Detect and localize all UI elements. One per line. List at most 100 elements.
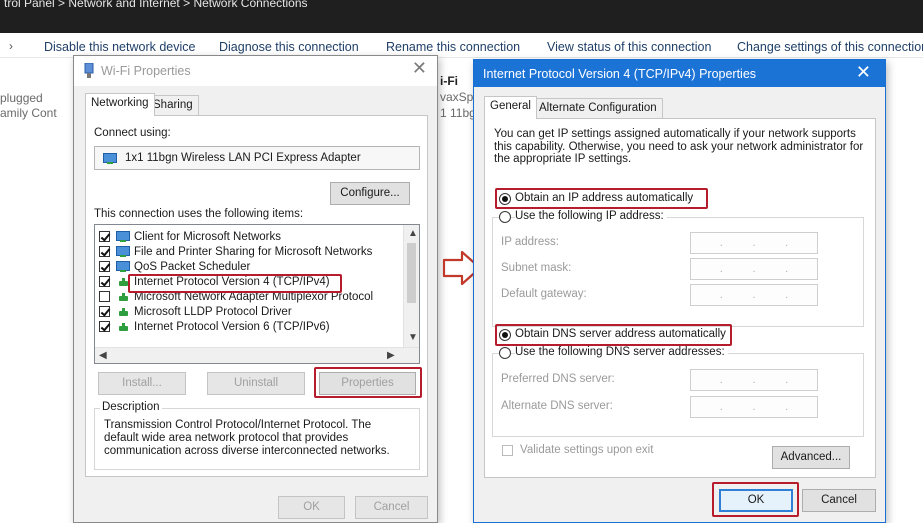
checkbox[interactable] [99,261,110,272]
adapter-field: 1x1 11bgn Wireless LAN PCI Express Adapt… [94,146,420,170]
obtain-ip-auto-radio[interactable] [499,193,511,205]
validate-checkbox[interactable] [502,445,513,456]
ipv4-dialog-title: Internet Protocol Version 4 (TCP/IPv4) P… [483,67,757,81]
ok-button[interactable]: OK [278,496,345,519]
list-item[interactable]: Microsoft LLDP Protocol Driver [99,304,292,319]
checkbox[interactable] [99,231,110,242]
change-settings-command[interactable]: Change settings of this connection [737,40,923,54]
view-status-command[interactable]: View status of this connection [547,40,711,54]
use-following-dns-radio[interactable] [499,347,511,359]
checkbox[interactable] [99,306,110,317]
chevron-right-icon[interactable]: ▶ [387,350,395,361]
ok-button[interactable]: OK [719,489,793,512]
ip-address-field[interactable]: ... [690,232,818,254]
item-label: Client for Microsoft Networks [134,230,281,243]
cancel-button[interactable]: Cancel [355,496,428,519]
network-service-icon [116,261,130,272]
wifi-connection-line2: vaxSp [440,90,474,104]
protocol-icon [116,321,130,332]
list-item[interactable]: QoS Packet Scheduler [99,259,250,274]
subnet-mask-label: Subnet mask: [501,262,572,274]
wifi-dialog-titlebar[interactable]: Wi-Fi Properties ✕ [74,56,437,86]
checkbox[interactable] [99,276,110,287]
description-heading: Description [100,401,162,413]
ipv4-dialog-titlebar[interactable]: Internet Protocol Version 4 (TCP/IPv4) P… [474,60,885,87]
wifi-properties-dialog: Wi-Fi Properties ✕ Networking Sharing Co… [73,55,438,523]
checkbox[interactable] [99,321,110,332]
intro-text: You can get IP settings assigned automat… [494,128,864,165]
properties-button[interactable]: Properties [319,372,416,395]
item-label: Internet Protocol Version 6 (TCP/IPv6) [134,320,330,333]
adapter-name: 1x1 11bgn Wireless LAN PCI Express Adapt… [125,152,361,164]
tab-alternate-configuration[interactable]: Alternate Configuration [533,98,663,119]
list-item-ipv4[interactable]: Internet Protocol Version 4 (TCP/IPv4) [99,274,330,289]
wifi-connection-name: i-Fi [440,74,458,88]
list-item[interactable]: Client for Microsoft Networks [99,229,281,244]
list-item[interactable]: Microsoft Network Adapter Multiplexor Pr… [99,289,373,304]
items-label: This connection uses the following items… [94,208,304,220]
item-label: File and Printer Sharing for Microsoft N… [134,245,373,258]
horizontal-scrollbar[interactable]: ◀ ▶ [95,347,419,363]
vertical-scrollbar[interactable]: ▲ ▼ [403,225,419,347]
connect-using-label: Connect using: [94,127,171,139]
static-dns-group [492,353,864,437]
alternate-dns-label: Alternate DNS server: [501,400,613,412]
close-icon[interactable]: ✕ [856,62,871,83]
ethernet-network-text: amily Cont [0,106,57,120]
obtain-ip-auto-label[interactable]: Obtain an IP address automatically [515,192,693,204]
adapter-icon [103,153,117,164]
preferred-dns-field[interactable]: ... [690,369,818,391]
tab-general[interactable]: General [484,96,537,119]
chevron-up-icon[interactable]: ▲ [408,228,418,239]
validate-label[interactable]: Validate settings upon exit [520,444,653,456]
protocol-icon [116,291,130,302]
scroll-thumb[interactable] [407,243,416,303]
components-list: Client for Microsoft Networks File and P… [94,224,420,364]
use-following-ip-label[interactable]: Use the following IP address: [515,210,667,222]
alternate-dns-field[interactable]: ... [690,396,818,418]
cancel-button[interactable]: Cancel [802,489,876,512]
preferred-dns-label: Preferred DNS server: [501,373,615,385]
ip-address-label: IP address: [501,236,559,248]
item-label: Microsoft Network Adapter Multiplexor Pr… [134,290,374,303]
uninstall-button[interactable]: Uninstall [207,372,305,395]
default-gateway-field[interactable]: ... [690,284,818,306]
configure-button[interactable]: Configure... [330,182,410,205]
network-service-icon [116,246,130,257]
network-adapter-icon [84,63,94,78]
checkbox[interactable] [99,246,110,257]
network-client-icon [116,231,130,242]
close-icon[interactable]: ✕ [412,58,427,79]
breadcrumb[interactable]: trol Panel > Network and Internet > Netw… [4,0,308,10]
list-item[interactable]: File and Printer Sharing for Microsoft N… [99,244,372,259]
obtain-dns-auto-label[interactable]: Obtain DNS server address automatically [515,328,726,340]
ipv4-properties-dialog: Internet Protocol Version 4 (TCP/IPv4) P… [473,59,886,523]
diagnose-connection-command[interactable]: Diagnose this connection [219,40,359,54]
use-following-dns-label[interactable]: Use the following DNS server addresses: [515,346,728,358]
advanced-button[interactable]: Advanced... [772,446,850,469]
obtain-dns-auto-radio[interactable] [499,329,511,341]
chevron-right-icon[interactable]: › [9,39,13,53]
networking-tab-panel: Connect using: 1x1 11bgn Wireless LAN PC… [85,115,428,477]
wifi-connection-line3: 1 11bg [440,106,476,120]
use-following-ip-radio[interactable] [499,211,511,223]
subnet-mask-field[interactable]: ... [690,258,818,280]
tab-sharing[interactable]: Sharing [147,95,199,116]
disable-device-command[interactable]: Disable this network device [44,40,195,54]
item-label: Microsoft LLDP Protocol Driver [134,305,292,318]
ethernet-status-text: plugged [0,91,43,105]
wifi-dialog-title: Wi-Fi Properties [101,64,191,78]
install-button[interactable]: Install... [98,372,186,395]
tab-networking[interactable]: Networking [85,93,155,116]
chevron-down-icon[interactable]: ▼ [408,332,418,343]
checkbox[interactable] [99,291,110,302]
chevron-left-icon[interactable]: ◀ [99,350,107,361]
protocol-icon [116,306,130,317]
default-gateway-label: Default gateway: [501,288,587,300]
rename-connection-command[interactable]: Rename this connection [386,40,520,54]
item-label: Internet Protocol Version 4 (TCP/IPv4) [134,275,330,288]
general-tab-panel: You can get IP settings assigned automat… [484,118,876,478]
description-text: Transmission Control Protocol/Internet P… [104,419,390,457]
list-item[interactable]: Internet Protocol Version 6 (TCP/IPv6) [99,319,330,334]
protocol-icon [116,276,130,287]
